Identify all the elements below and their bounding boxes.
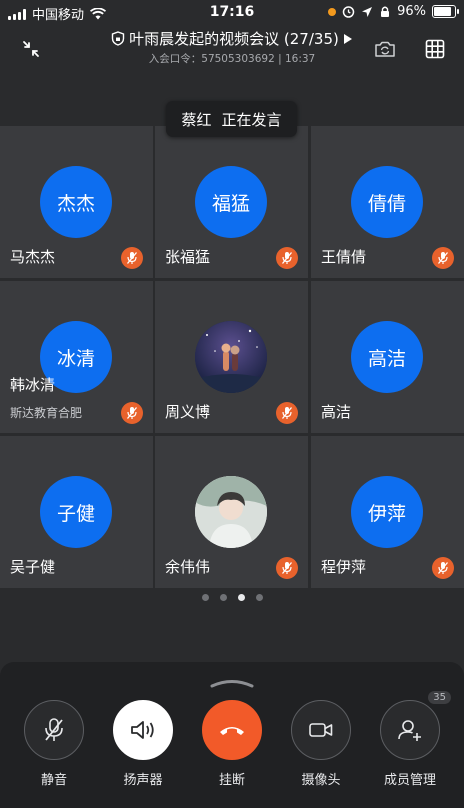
chevron-up-icon[interactable] bbox=[208, 676, 256, 688]
speaker-name: 蔡红 bbox=[181, 110, 212, 129]
anime-photo-icon bbox=[195, 321, 267, 393]
page-dot[interactable] bbox=[255, 594, 263, 601]
active-speaker-toast: 蔡红 正在发言 bbox=[166, 101, 297, 137]
members-count-badge: 35 bbox=[428, 691, 451, 704]
speaker-status: 正在发言 bbox=[221, 110, 282, 129]
participant-tile[interactable]: 子健 吴子健 bbox=[0, 436, 153, 588]
mic-muted-badge bbox=[121, 402, 143, 424]
hangup-control[interactable]: 挂断 bbox=[188, 700, 276, 788]
meeting-header: 叶雨晨发起的视频会议 (27/35) 入会口令：57505303692 | 16… bbox=[0, 24, 464, 76]
collapse-icon bbox=[23, 41, 39, 57]
camera-switch-icon bbox=[375, 41, 395, 57]
alarm-icon bbox=[342, 6, 355, 18]
meeting-title-row: 叶雨晨发起的视频会议 (27/35) bbox=[90, 28, 374, 49]
battery-icon bbox=[432, 5, 459, 18]
mute-control[interactable]: 静音 bbox=[10, 700, 98, 788]
participant-name: 周义博 bbox=[165, 403, 211, 421]
hangup-label: 挂断 bbox=[218, 773, 245, 788]
members-button[interactable]: 35 bbox=[380, 691, 451, 760]
mic-muted-badge bbox=[121, 247, 143, 269]
location-icon bbox=[362, 6, 373, 17]
participant-name: 吴子健 bbox=[10, 558, 56, 576]
page-dot[interactable] bbox=[219, 594, 227, 601]
speaker-control[interactable]: 扬声器 bbox=[99, 700, 187, 788]
avatar: 福猛 bbox=[195, 166, 267, 238]
camera-button[interactable] bbox=[291, 700, 351, 760]
participant-organization: 斯达教育合肥 bbox=[10, 406, 83, 420]
mic-muted-icon bbox=[126, 252, 138, 264]
members-label: 成员管理 bbox=[383, 773, 436, 788]
page-indicator[interactable] bbox=[0, 594, 464, 601]
grid-icon bbox=[425, 39, 445, 59]
meeting-subtitle: 入会口令：57505303692 | 16:37 bbox=[148, 53, 316, 65]
minimize-button[interactable] bbox=[16, 34, 46, 64]
speaker-label: 扬声器 bbox=[123, 773, 163, 788]
layout-grid-button[interactable] bbox=[418, 32, 452, 66]
avatar: 杰杰 bbox=[40, 166, 112, 238]
page-dot-active[interactable] bbox=[237, 594, 245, 601]
participant-tile[interactable]: 高洁 高洁 bbox=[311, 281, 464, 433]
mute-label: 静音 bbox=[40, 773, 67, 788]
participant-name: 余伟伟 bbox=[165, 558, 211, 576]
video-camera-icon bbox=[309, 723, 333, 737]
participant-grid: 杰杰 马杰杰 福猛 张福猛 倩倩 王倩倩 冰清 韩冰清 斯达教育合肥 周义博 高… bbox=[0, 126, 464, 588]
control-bar: 静音 扬声器 挂断 摄像头 35 成员管理 bbox=[0, 662, 464, 808]
avatar: 伊萍 bbox=[351, 476, 423, 548]
members-control[interactable]: 35 成员管理 bbox=[366, 691, 454, 788]
battery-fill bbox=[434, 7, 452, 16]
participant-tile[interactable]: 杰杰 马杰杰 bbox=[0, 126, 153, 278]
meeting-title-area[interactable]: 叶雨晨发起的视频会议 (27/35) 入会口令：57505303692 | 16… bbox=[90, 28, 374, 66]
avatar: 倩倩 bbox=[351, 166, 423, 238]
speaker-icon bbox=[131, 721, 154, 739]
camera-control[interactable]: 摄像头 bbox=[277, 700, 365, 788]
participant-tile[interactable]: 福猛 张福猛 bbox=[155, 126, 308, 278]
status-bar: 中国移动 17:16 96% bbox=[0, 0, 464, 24]
mic-muted-icon bbox=[126, 407, 138, 419]
mic-muted-badge bbox=[276, 557, 298, 579]
mic-muted-icon bbox=[437, 562, 449, 574]
lock-rotation-icon bbox=[381, 6, 390, 17]
participant-name: 高洁 bbox=[321, 403, 352, 421]
mic-muted-badge bbox=[432, 557, 454, 579]
add-member-icon bbox=[398, 720, 421, 741]
battery-percent: 96% bbox=[397, 4, 426, 19]
participant-name: 张福猛 bbox=[165, 248, 211, 266]
mute-button[interactable] bbox=[24, 700, 84, 760]
participant-tile[interactable]: 冰清 韩冰清 斯达教育合肥 bbox=[0, 281, 153, 433]
speaker-button[interactable] bbox=[113, 700, 173, 760]
play-icon bbox=[343, 33, 352, 44]
avatar: 高洁 bbox=[351, 321, 423, 393]
mic-muted-icon bbox=[281, 562, 293, 574]
hangup-icon bbox=[220, 727, 244, 735]
mic-muted-icon bbox=[281, 407, 293, 419]
camera-label: 摄像头 bbox=[301, 773, 341, 788]
meeting-title: 叶雨晨发起的视频会议 (27/35) bbox=[129, 30, 339, 48]
avatar-photo bbox=[195, 321, 267, 393]
recording-dot-icon bbox=[328, 7, 337, 16]
profile-photo-icon bbox=[195, 476, 267, 548]
mic-muted-icon bbox=[437, 252, 449, 264]
participant-tile[interactable]: 倩倩 王倩倩 bbox=[311, 126, 464, 278]
mic-off-icon bbox=[45, 718, 63, 741]
avatar: 子健 bbox=[40, 476, 112, 548]
shield-icon bbox=[111, 31, 125, 46]
mic-muted-icon bbox=[281, 252, 293, 264]
mic-muted-badge bbox=[432, 247, 454, 269]
participant-name: 马杰杰 bbox=[10, 248, 56, 266]
hangup-button[interactable] bbox=[202, 700, 262, 760]
participant-tile[interactable]: 伊萍 程伊萍 bbox=[311, 436, 464, 588]
page-dot[interactable] bbox=[201, 594, 209, 601]
participant-name: 韩冰清 bbox=[10, 376, 56, 394]
mic-muted-badge bbox=[276, 402, 298, 424]
switch-camera-button[interactable] bbox=[368, 32, 402, 66]
mic-muted-badge bbox=[276, 247, 298, 269]
participant-tile[interactable]: 余伟伟 bbox=[155, 436, 308, 588]
participant-name: 王倩倩 bbox=[321, 248, 367, 266]
avatar-photo bbox=[195, 476, 267, 548]
status-right: 96% bbox=[328, 4, 459, 19]
participant-tile[interactable]: 周义博 bbox=[155, 281, 308, 433]
participant-name: 程伊萍 bbox=[321, 558, 367, 576]
